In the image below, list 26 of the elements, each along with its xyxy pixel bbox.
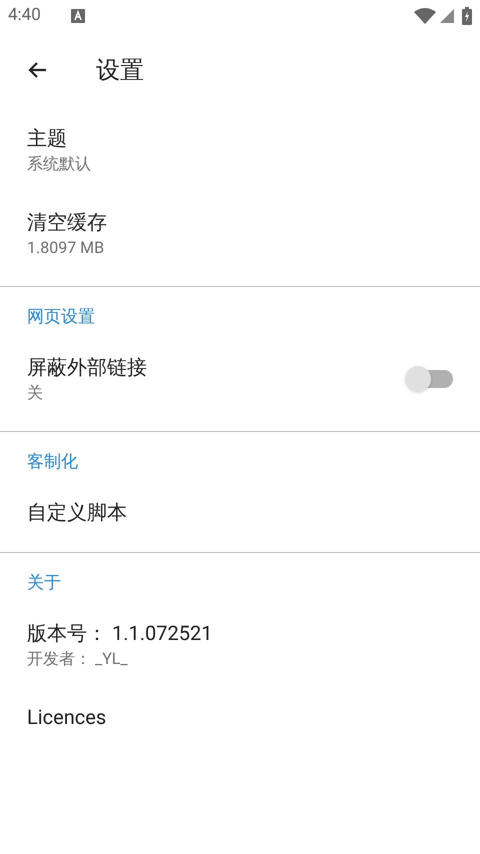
item-title: 主题	[27, 125, 68, 152]
status-time: 4:40	[8, 4, 41, 28]
item-summary: 开发者： _YL_	[27, 648, 129, 670]
notification-icon	[70, 9, 85, 23]
settings-item[interactable]: 版本号： 1.1.072521 开发者： _YL_	[0, 603, 480, 687]
item-title: Licences	[27, 704, 108, 731]
settings-item[interactable]: 屏蔽外部链接 关	[0, 337, 480, 421]
section-header: 客制化	[27, 452, 78, 472]
section-header: 网页设置	[27, 307, 95, 327]
battery-icon	[462, 7, 472, 25]
settings-item[interactable]: Licences	[0, 687, 480, 747]
item-title: 屏蔽外部链接	[27, 354, 148, 381]
settings-item[interactable]: 自定义脚本	[0, 482, 480, 542]
item-summary: 1.8097 MB	[27, 237, 106, 259]
settings-item[interactable]: 主题 系统默认	[0, 108, 480, 192]
item-summary: 关	[27, 382, 44, 404]
section-header: 关于	[27, 573, 61, 593]
wifi-icon	[414, 8, 436, 24]
settings-item[interactable]: 清空缓存 1.8097 MB	[0, 192, 480, 276]
item-title: 版本号： 1.1.072521	[27, 620, 214, 647]
item-summary: 系统默认	[27, 153, 92, 175]
toggle-switch[interactable]	[405, 365, 453, 393]
signal-icon	[440, 9, 454, 23]
page-title: 设置	[96, 55, 144, 86]
item-title: 自定义脚本	[27, 499, 128, 526]
item-title: 清空缓存	[27, 209, 108, 236]
